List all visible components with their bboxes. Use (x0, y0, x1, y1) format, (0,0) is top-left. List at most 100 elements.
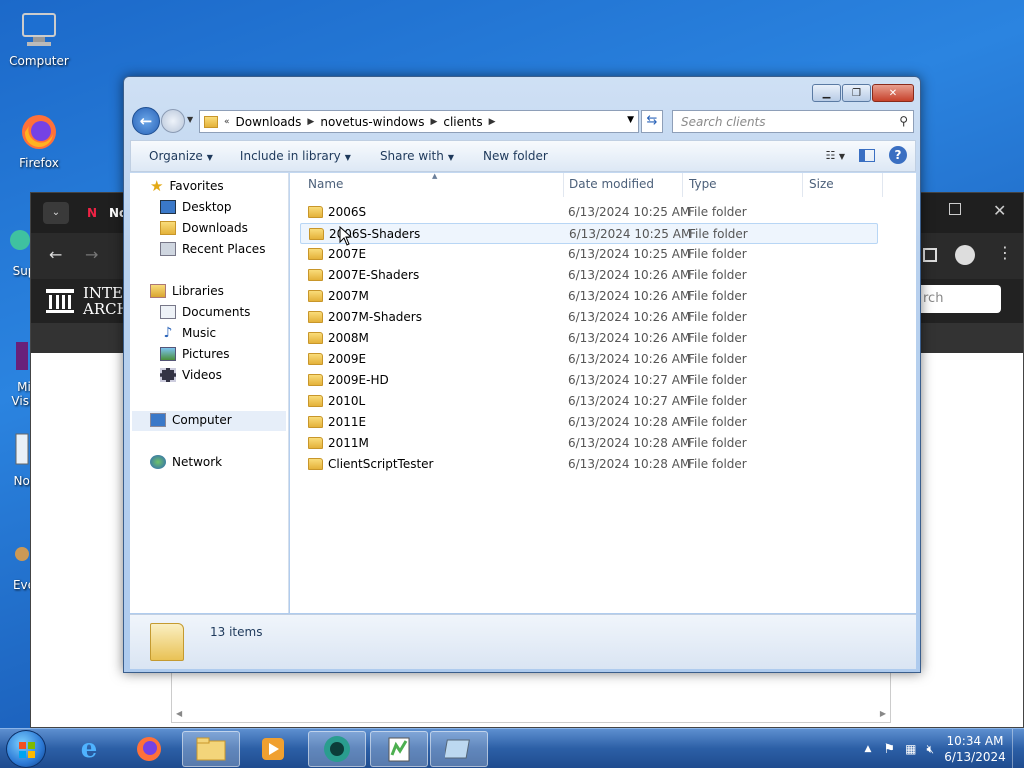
sidebar-icon[interactable] (923, 248, 937, 262)
file-row[interactable]: 2010L 6/13/2024 10:27 AM File folder (300, 391, 878, 412)
folder-icon (308, 311, 323, 323)
show-desktop-button[interactable] (1012, 729, 1024, 768)
ia-logo-icon[interactable] (45, 287, 75, 315)
column-header-size[interactable]: Size (803, 173, 883, 197)
taskbar-notepad-plus[interactable] (370, 731, 428, 767)
back-button[interactable]: ← (132, 107, 160, 135)
search-input[interactable]: Search clients ⚲ (672, 110, 914, 133)
file-row[interactable]: 2007E 6/13/2024 10:25 AM File folder (300, 244, 878, 265)
scroll-left-icon[interactable]: ◀ (176, 709, 182, 718)
file-row[interactable]: 2007E-Shaders 6/13/2024 10:26 AM File fold… (300, 265, 878, 286)
breadcrumb-downloads[interactable]: Downloads (236, 115, 302, 129)
folder-icon (308, 374, 323, 386)
breadcrumb-clients[interactable]: clients (443, 115, 482, 129)
file-row[interactable]: 2011E 6/13/2024 10:28 AM File folder (300, 412, 878, 433)
column-header-name[interactable]: Name ▲ (302, 172, 564, 197)
refresh-button[interactable]: ⇆ (641, 110, 663, 133)
taskbar-app-window[interactable] (430, 731, 488, 767)
file-row[interactable]: 2007M 6/13/2024 10:26 AM File folder (300, 286, 878, 307)
column-header-type[interactable]: Type (683, 173, 803, 197)
back-arrow-icon[interactable]: ← (49, 245, 62, 264)
ia-search-input[interactable]: rch (915, 285, 1001, 313)
nav-item-libraries[interactable]: Libraries (150, 284, 224, 298)
explorer-window[interactable]: ▁ ❐ ✕ ← ▼ « Downloads ▶ novetus-windows … (123, 76, 921, 673)
network-icon[interactable]: ▦ (905, 742, 916, 756)
chevron-right-icon[interactable]: ▶ (307, 117, 314, 127)
help-icon[interactable]: ? (889, 146, 907, 164)
caption-buttons: ▁ ❐ ✕ (812, 84, 914, 102)
recent-pages-dropdown-icon[interactable]: ▼ (187, 115, 193, 124)
new-folder-button[interactable]: New folder (469, 149, 563, 163)
computer-icon (150, 413, 166, 427)
include-in-library-button[interactable]: Include in library ▼ (228, 149, 366, 163)
file-row[interactable]: 2011M 6/13/2024 10:28 AM File folder (300, 433, 878, 454)
close-icon[interactable]: ✕ (993, 201, 1006, 220)
folder-icon (309, 228, 324, 240)
folder-icon (308, 353, 323, 365)
nav-item-favorites[interactable]: ★ Favorites (150, 179, 224, 194)
taskbar-explorer[interactable] (182, 731, 240, 767)
file-row[interactable]: 2008M 6/13/2024 10:26 AM File folder (300, 328, 878, 349)
file-type: File folder (688, 394, 747, 408)
taskbar-firefox[interactable] (120, 731, 178, 767)
file-date: 6/13/2024 10:27 AM (568, 394, 691, 408)
taskbar-ie[interactable]: e (60, 731, 118, 767)
clock-date: 6/13/2024 (944, 750, 1006, 764)
action-center-flag-icon[interactable]: ⚑ (883, 742, 895, 757)
overflow-chevron-icon[interactable]: « (224, 117, 230, 127)
nav-item-documents[interactable]: Documents (160, 305, 250, 319)
nav-item-computer[interactable]: Computer (150, 413, 232, 427)
file-row[interactable]: 2009E-HD 6/13/2024 10:27 AM File folder (300, 370, 878, 391)
nav-item-pictures[interactable]: Pictures (160, 347, 230, 361)
close-button[interactable]: ✕ (872, 84, 914, 102)
file-row[interactable]: 2006S-Shaders 6/13/2024 10:25 AM File fold… (300, 223, 878, 244)
address-dropdown-icon[interactable]: ▼ (627, 115, 634, 125)
view-controls: ☷ ▼ ? (825, 146, 907, 164)
desktop-icon-computer[interactable]: Computer (4, 10, 74, 68)
preview-pane-icon[interactable] (859, 148, 875, 162)
file-row[interactable]: ClientScriptTester 6/13/2024 10:28 AM File… (300, 454, 878, 475)
network-icon (150, 455, 166, 469)
nav-item-music[interactable]: ♪ Music (160, 326, 217, 340)
menu-icon[interactable]: ⋮ (997, 243, 1013, 262)
profile-icon[interactable] (955, 245, 975, 265)
search-icon[interactable]: ⚲ (899, 114, 908, 128)
nav-item-recent-places[interactable]: Recent Places (160, 242, 265, 256)
breadcrumb-novetus-windows[interactable]: novetus-windows (320, 115, 424, 129)
minimize-button[interactable]: ▁ (812, 84, 841, 102)
show-hidden-icons[interactable]: ▲ (865, 744, 872, 754)
maximize-icon[interactable] (949, 203, 961, 215)
forward-button[interactable] (161, 109, 185, 133)
scroll-right-icon[interactable]: ▶ (880, 709, 886, 718)
volume-muted-icon[interactable]: 🔇︎ (926, 742, 934, 757)
mouse-cursor (339, 225, 353, 249)
tab-favicon-icon: N (87, 206, 98, 220)
nav-item-network[interactable]: Network (150, 455, 222, 469)
folder-icon (308, 395, 323, 407)
chevron-right-icon[interactable]: ▶ (430, 117, 437, 127)
ia-logo-text: INTE ARCH (83, 284, 130, 318)
forward-arrow-icon[interactable]: → (85, 245, 98, 264)
nav-item-downloads[interactable]: Downloads (160, 221, 248, 235)
chevron-right-icon[interactable]: ▶ (489, 117, 496, 127)
file-row[interactable]: 2009E 6/13/2024 10:26 AM File folder (300, 349, 878, 370)
organize-button[interactable]: Organize ▼ (131, 149, 228, 163)
file-name: 2010L (328, 394, 366, 408)
tab-list-button[interactable]: ⌄ (43, 202, 69, 224)
change-view-icon[interactable]: ☷ ▼ (825, 149, 845, 162)
file-row[interactable]: 2007M-Shaders 6/13/2024 10:26 AM File fold… (300, 307, 878, 328)
clock[interactable]: 10:34 AM 6/13/2024 (942, 733, 1008, 765)
desktop-icon-firefox[interactable]: Firefox (4, 112, 74, 170)
start-button[interactable] (6, 730, 46, 768)
file-row[interactable]: 2006S 6/13/2024 10:25 AM File folder (300, 202, 878, 223)
taskbar-app-green[interactable] (308, 731, 366, 767)
column-header-date-modified[interactable]: Date modified (563, 173, 683, 197)
taskbar-media-player[interactable] (244, 731, 302, 767)
share-with-button[interactable]: Share with ▼ (366, 149, 469, 163)
nav-item-desktop[interactable]: Desktop (160, 200, 232, 214)
file-name: 2008M (328, 331, 369, 345)
nav-item-videos[interactable]: Videos (160, 368, 222, 382)
address-bar[interactable]: « Downloads ▶ novetus-windows ▶ clients … (199, 110, 639, 133)
clock-time: 10:34 AM (946, 734, 1004, 748)
maximize-button[interactable]: ❐ (842, 84, 871, 102)
